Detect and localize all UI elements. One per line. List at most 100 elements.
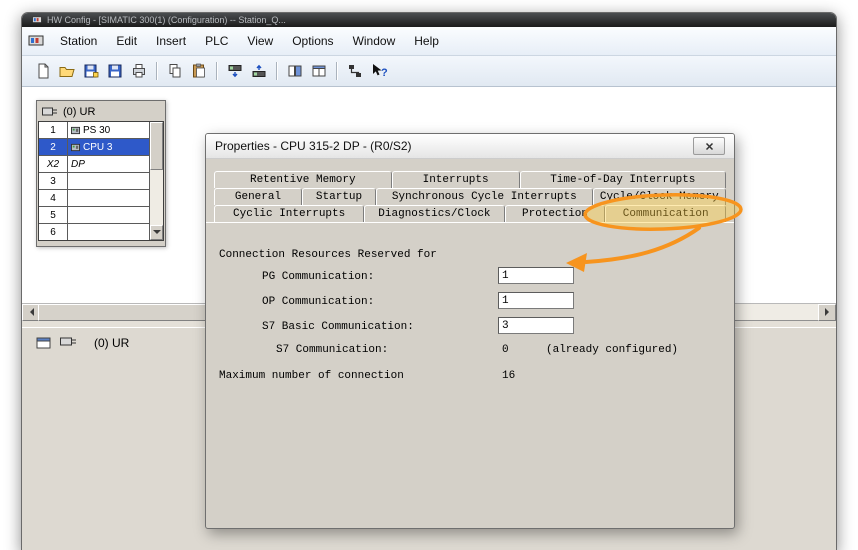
rack-row-slot4[interactable]: 4 (39, 190, 149, 207)
rack-scrollbar[interactable] (149, 122, 163, 240)
properties-dialog: Properties - CPU 315-2 DP - (R0/S2) Rete… (205, 133, 735, 529)
station-window-icon[interactable] (36, 336, 53, 351)
communication-tab-panel: Connection Resources Reserved for PG Com… (206, 222, 734, 528)
rack-row-slot3[interactable]: 3 (39, 173, 149, 190)
app-icon (32, 15, 42, 25)
document-icon[interactable] (28, 34, 44, 48)
menu-options[interactable]: Options (283, 31, 342, 51)
split-view-icon (311, 63, 327, 79)
tab-cyclic-interrupts[interactable]: Cyclic Interrupts (214, 205, 364, 222)
pg-communication-label: PG Communication: (262, 271, 374, 283)
print-icon (131, 63, 147, 79)
rack-window: (0) UR 1 PS 30 2 CPU 3 X2 (36, 100, 166, 247)
rack-rows: 1 PS 30 2 CPU 3 X2 DP 3 (39, 122, 149, 240)
paste-icon (191, 63, 207, 79)
module-icon (71, 143, 80, 152)
tab-synchronous-cycle-interrupts[interactable]: Synchronous Cycle Interrupts (376, 188, 592, 205)
menu-help[interactable]: Help (405, 31, 448, 51)
tab-time-of-day-interrupts[interactable]: Time-of-Day Interrupts (520, 171, 726, 188)
toolbar-separator (276, 62, 278, 80)
max-connections-label: Maximum number of connection (219, 370, 404, 382)
dialog-titlebar[interactable]: Properties - CPU 315-2 DP - (R0/S2) (206, 134, 734, 159)
chevron-left-icon (26, 308, 34, 316)
toolbar-separator (216, 62, 218, 80)
s7-basic-communication-input[interactable] (498, 317, 574, 334)
menu-window[interactable]: Window (344, 31, 405, 51)
save-button[interactable] (103, 60, 127, 82)
paste-button[interactable] (187, 60, 211, 82)
download-button[interactable] (223, 60, 247, 82)
tab-general[interactable]: General (214, 188, 302, 205)
rack-row-slot2-selected[interactable]: 2 CPU 3 (39, 139, 149, 156)
toolbar: ? (22, 56, 836, 87)
copy-button[interactable] (163, 60, 187, 82)
save-compile-button[interactable] (79, 60, 103, 82)
menu-view[interactable]: View (238, 31, 282, 51)
tab-interrupts[interactable]: Interrupts (392, 171, 520, 188)
tab-startup[interactable]: Startup (302, 188, 376, 205)
s7-communication-value: 0 (502, 344, 509, 356)
module-name: DP (71, 159, 85, 170)
split-view-button[interactable] (307, 60, 331, 82)
slot-number: 2 (39, 139, 68, 155)
tab-cycle-clock-memory[interactable]: Cycle/Clock Memory (593, 188, 726, 205)
rack-title: (0) UR (63, 106, 95, 118)
help-button[interactable]: ? (367, 60, 391, 82)
scroll-right-button[interactable] (818, 304, 836, 321)
rack-scroll-down-button[interactable] (150, 225, 163, 240)
desktop: HW Config - [SIMATIC 300(1) (Configurati… (0, 0, 858, 550)
rack-header[interactable]: (0) UR (38, 102, 164, 121)
upload-from-module-icon (251, 63, 267, 79)
s7-communication-label: S7 Communication: (276, 344, 388, 356)
tab-row-1: Retentive Memory Interrupts Time-of-Day … (214, 171, 726, 188)
tab-retentive-memory[interactable]: Retentive Memory (214, 171, 392, 188)
menu-plc[interactable]: PLC (196, 31, 237, 51)
download-to-module-icon (227, 63, 243, 79)
open-folder-icon (59, 63, 75, 79)
rack-slot-table: 1 PS 30 2 CPU 3 X2 DP 3 (38, 121, 164, 241)
toolbar-separator (336, 62, 338, 80)
menu-edit[interactable]: Edit (107, 31, 146, 51)
already-configured-note: (already configured) (546, 344, 678, 356)
rack-row-slot1[interactable]: 1 PS 30 (39, 122, 149, 139)
tab-diagnostics-clock[interactable]: Diagnostics/Clock (364, 205, 504, 222)
op-communication-input[interactable] (498, 292, 574, 309)
rack-row-x2[interactable]: X2 DP (39, 156, 149, 173)
rack-icon[interactable] (60, 336, 77, 347)
slot-number: 1 (39, 122, 68, 138)
rack-row-slot5[interactable]: 5 (39, 207, 149, 224)
chevron-right-icon (825, 308, 833, 316)
slot-number: 4 (39, 190, 68, 206)
toolbar-separator (156, 62, 158, 80)
rack-row-slot6[interactable]: 6 (39, 224, 149, 240)
dialog-close-button[interactable] (693, 137, 725, 155)
new-icon (35, 63, 51, 79)
window-titlebar[interactable]: HW Config - [SIMATIC 300(1) (Configurati… (22, 13, 836, 27)
network-button[interactable] (343, 60, 367, 82)
s7-basic-communication-label: S7 Basic Communication: (262, 321, 414, 333)
pg-communication-input[interactable] (498, 267, 574, 284)
menu-insert[interactable]: Insert (147, 31, 195, 51)
slot-number: X2 (39, 156, 68, 172)
tab-protection[interactable]: Protection (505, 205, 606, 222)
dialog-title: Properties - CPU 315-2 DP - (R0/S2) (215, 139, 412, 153)
slot-number: 6 (39, 224, 68, 240)
catalog-icon (287, 63, 303, 79)
max-connections-value: 16 (502, 370, 515, 382)
dialog-tabs: Retentive Memory Interrupts Time-of-Day … (206, 159, 734, 222)
close-icon (705, 142, 714, 151)
station-item-ur[interactable]: (0) UR (94, 336, 129, 350)
rack-scrollbar-thumb[interactable] (150, 122, 163, 170)
menu-station[interactable]: Station (51, 31, 106, 51)
print-button[interactable] (127, 60, 151, 82)
section-title: Connection Resources Reserved for (219, 249, 437, 261)
tab-communication[interactable]: Communication (605, 205, 726, 222)
tab-row-2: General Startup Synchronous Cycle Interr… (214, 188, 726, 205)
new-button[interactable] (31, 60, 55, 82)
open-button[interactable] (55, 60, 79, 82)
op-communication-label: OP Communication: (262, 296, 374, 308)
upload-button[interactable] (247, 60, 271, 82)
catalog-button[interactable] (283, 60, 307, 82)
module-name: CPU 3 (83, 142, 112, 153)
menubar: Station Edit Insert PLC View Options Win… (22, 27, 836, 56)
